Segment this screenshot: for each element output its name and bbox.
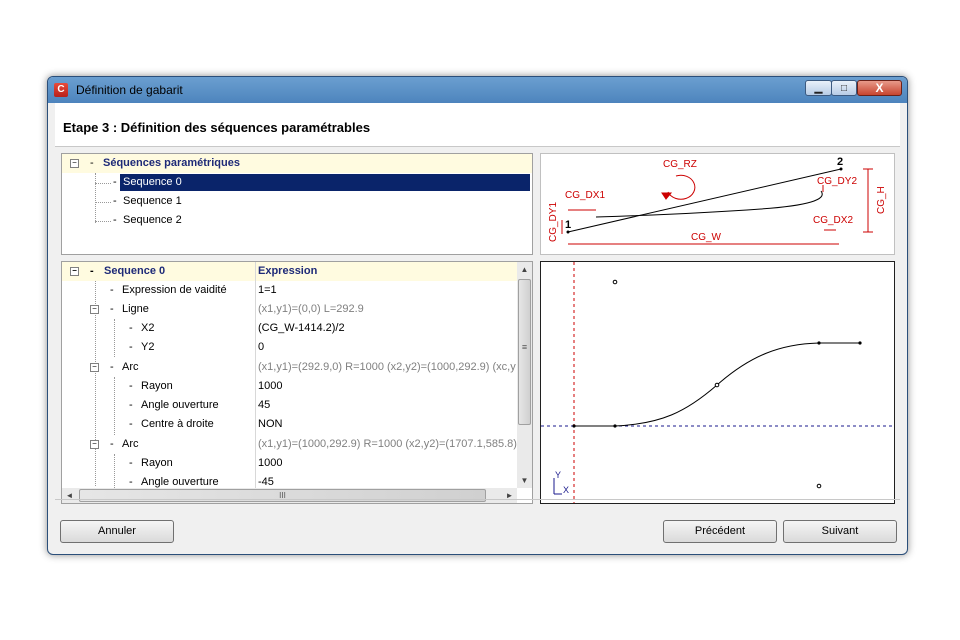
grid-row[interactable]: - X2 (CG_W-1414.2)/2 [62, 319, 517, 338]
point-1-label: 1 [565, 219, 571, 231]
grid-row[interactable]: - Angle ouverture 45 [62, 396, 517, 415]
cg-rz-label: CG_RZ [663, 159, 697, 170]
point-2-label: 2 [837, 156, 843, 168]
axis-x-label: X [563, 485, 569, 495]
next-button[interactable]: Suivant [783, 520, 897, 543]
horizontal-scroll-thumb[interactable]: III [79, 489, 486, 502]
title-bar[interactable]: C Définition de gabarit ▁ □ X [48, 77, 907, 103]
dialog-window: C Définition de gabarit ▁ □ X Etape 3 : … [47, 76, 908, 555]
close-button[interactable]: X [857, 80, 902, 96]
grid-row[interactable]: - Centre à droite NON [62, 415, 517, 434]
vertical-scroll-thumb[interactable]: ≡ [518, 279, 531, 425]
collapse-icon[interactable]: − [90, 305, 99, 314]
grid-header-col2: Expression [258, 265, 318, 277]
collapse-icon[interactable]: − [90, 363, 99, 372]
scroll-left-icon[interactable]: ◄ [62, 488, 77, 503]
tree-root-label: Séquences paramétriques [103, 157, 240, 169]
parameter-diagram-svg: CG_RZ CG_DX1 CG_DY2 CG_DX2 CG_W CG_DY1 C… [548, 156, 887, 245]
cg-dy2-label: CG_DY2 [817, 176, 857, 187]
control-point[interactable] [816, 483, 822, 489]
collapse-icon[interactable]: − [70, 267, 79, 276]
dialog-client: Etape 3 : Définition des séquences param… [55, 103, 900, 547]
collapse-icon[interactable]: − [90, 440, 99, 449]
grid-row[interactable]: - Expression de vaidité 1=1 [62, 281, 517, 300]
cancel-button[interactable]: Annuler [60, 520, 174, 543]
tree-root-row[interactable]: − - Séquences paramétriques [62, 154, 532, 173]
tree-item-sequence-1[interactable]: Sequence 1 [123, 195, 182, 207]
control-point[interactable] [612, 279, 618, 285]
grid-row[interactable]: − - Arc (x1,y1)=(292.9,0) R=1000 (x2,y2)… [62, 358, 517, 377]
app-icon: C [54, 83, 68, 97]
maximize-icon: □ [840, 83, 848, 94]
axis-indicator-icon [553, 478, 562, 495]
minimize-icon: ▁ [814, 83, 823, 94]
window-title: Définition de gabarit [76, 83, 183, 97]
header-band: Etape 3 : Définition des séquences param… [55, 103, 900, 147]
tree-item-sequence-0[interactable]: Sequence 0 [120, 174, 530, 191]
maximize-button[interactable]: □ [831, 80, 857, 96]
grid-row[interactable]: - Y2 0 [62, 338, 517, 357]
grid-row[interactable]: - Angle ouverture -45 [62, 473, 517, 488]
grid-row[interactable]: − - Arc (x1,y1)=(1000,292.9) R=1000 (x2,… [62, 435, 517, 454]
tree-item-sequence-2[interactable]: Sequence 2 [123, 214, 182, 226]
vertical-scrollbar[interactable]: ▲ ≡ ▼ [517, 262, 532, 488]
expression-grid: − - Sequence 0 Expression - Expression d… [61, 261, 533, 504]
grid-header-col1: Sequence 0 [104, 265, 166, 277]
horizontal-scrollbar[interactable]: ◄ III ► [62, 488, 517, 503]
cg-dy1-label: CG_DY1 [548, 202, 559, 242]
minimize-button[interactable]: ▁ [805, 80, 832, 96]
parameter-diagram: CG_RZ CG_DX1 CG_DY2 CG_DX2 CG_W CG_DY1 C… [540, 153, 895, 255]
profile-curve [595, 190, 823, 218]
sequence-tree: − - Séquences paramétriques - - - Sequen… [61, 153, 533, 255]
cg-dx2-label: CG_DX2 [813, 215, 853, 226]
cg-dx1-label: CG_DX1 [565, 190, 605, 201]
grid-row[interactable]: - Rayon 1000 [62, 454, 517, 473]
grid-row[interactable]: − - Ligne (x1,y1)=(0,0) L=292.9 [62, 300, 517, 319]
rotation-arrow-icon [667, 174, 696, 200]
control-point[interactable] [714, 382, 720, 388]
cg-h-label: CG_H [876, 186, 887, 214]
scroll-up-icon[interactable]: ▲ [517, 262, 532, 277]
grid-row[interactable]: - Rayon 1000 [62, 377, 517, 396]
base-line [567, 168, 842, 233]
preview-svg: Y X [541, 262, 894, 503]
cg-w-label: CG_W [691, 232, 722, 243]
close-icon: X [875, 81, 884, 95]
scroll-right-icon[interactable]: ► [502, 488, 517, 503]
preview-panel: Y X [540, 261, 895, 504]
scroll-down-icon[interactable]: ▼ [517, 473, 532, 488]
axis-y-label: Y [555, 470, 561, 480]
step-title: Etape 3 : Définition des séquences param… [63, 120, 371, 135]
previous-button[interactable]: Précédent [663, 520, 777, 543]
footer-separator [55, 499, 900, 500]
grid-header: − - Sequence 0 Expression [62, 262, 517, 281]
collapse-icon[interactable]: − [70, 159, 79, 168]
